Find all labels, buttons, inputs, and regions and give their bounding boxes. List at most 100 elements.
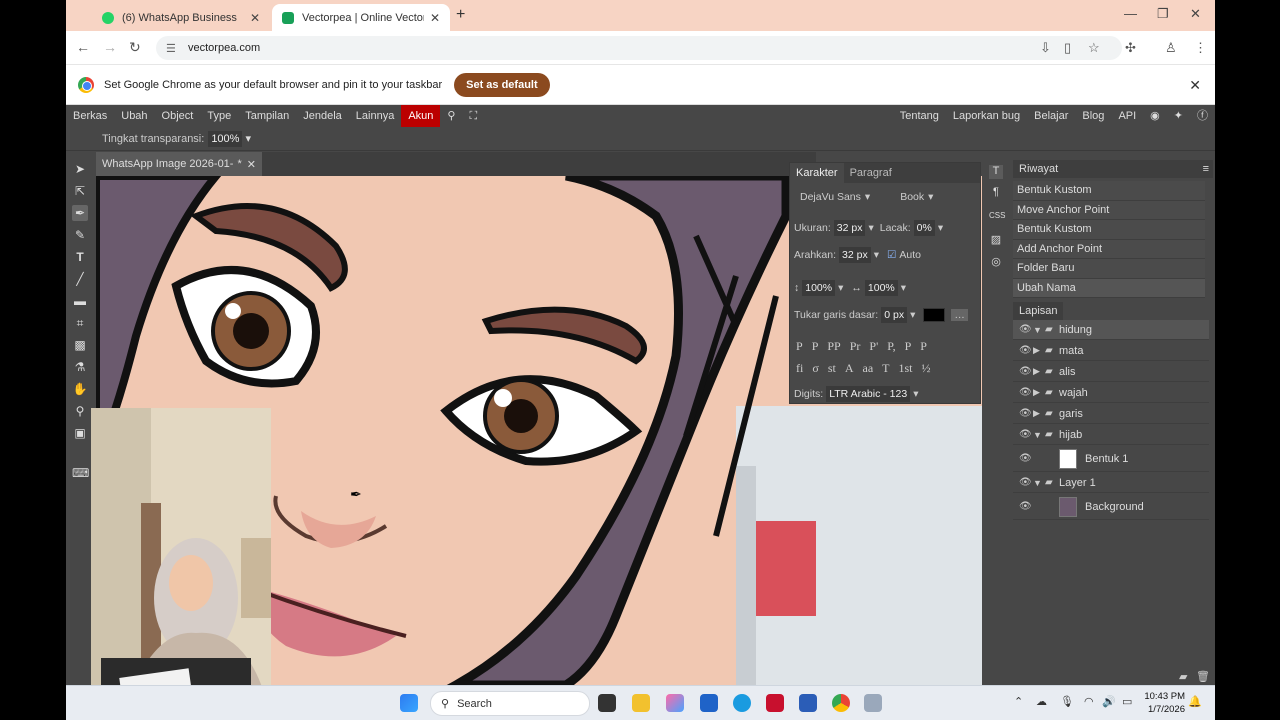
notification-icon[interactable]: 🔔 — [1188, 695, 1202, 708]
new-tab-icon[interactable]: + — [456, 6, 465, 24]
clock[interactable]: 10:43 PM 1/7/2026 — [1144, 690, 1185, 716]
tab-karakter[interactable]: Karakter — [790, 163, 844, 183]
glyph-option[interactable]: P' — [869, 339, 878, 354]
horizontal-scale-input[interactable]: 100% — [864, 280, 898, 296]
font-family-select[interactable]: DejaVu Sans — [800, 191, 861, 203]
close-document-icon[interactable]: ✕ — [247, 158, 256, 171]
baseline-input[interactable]: 0 px — [881, 307, 908, 323]
reddit-icon[interactable]: ◉ — [1143, 105, 1167, 127]
page-icon[interactable]: ▯ — [1064, 40, 1071, 56]
microphone-icon[interactable]: 🎙 — [1060, 695, 1074, 708]
volume-icon[interactable]: 🔊 — [1102, 695, 1116, 708]
menu-api[interactable]: API — [1111, 105, 1143, 127]
glyph-option[interactable]: Pr — [850, 339, 861, 354]
menu-akun[interactable]: Akun — [401, 105, 441, 127]
pen-tool-icon[interactable]: ✒ — [72, 205, 88, 221]
opacity-value[interactable]: 100% — [208, 130, 243, 147]
set-as-default-button[interactable]: Set as default — [454, 72, 550, 97]
history-item[interactable]: Move Anchor Point — [1013, 200, 1205, 220]
battery-icon[interactable]: ▭ — [1122, 695, 1132, 708]
keyboard-icon[interactable]: ⌨ — [72, 465, 89, 481]
size-input[interactable]: 32 px — [833, 220, 866, 236]
tray-chevron-icon[interactable]: ⌃ — [1014, 695, 1023, 708]
eye-icon[interactable]: 👁 — [1019, 345, 1033, 356]
direct-select-tool-icon[interactable]: ⇱ — [72, 183, 88, 199]
eye-icon[interactable]: 👁 — [1019, 408, 1033, 419]
collapse-arrow-icon[interactable]: ▼ — [1033, 325, 1045, 335]
glyph-option[interactable]: P, — [887, 339, 895, 354]
panel-menu-icon[interactable]: ≡ — [1203, 163, 1209, 175]
bookmark-star-icon[interactable]: ☆ — [1088, 40, 1100, 56]
layer-row[interactable]: 👁 ▶ ▰ alis — [1013, 362, 1209, 382]
twitter-icon[interactable]: ✦ — [1167, 105, 1190, 127]
more-options-button[interactable]: … — [951, 309, 968, 321]
leading-input[interactable]: 32 px — [839, 247, 871, 263]
chrome-menu-icon[interactable]: ⋮ — [1194, 40, 1207, 56]
menu-laporkan-bug[interactable]: Laporkan bug — [946, 105, 1027, 127]
glyph-option[interactable]: A — [845, 361, 854, 376]
eye-icon[interactable]: 👁 — [1019, 387, 1033, 398]
document-tab[interactable]: WhatsApp Image 2026-01- * ✕ — [96, 152, 262, 176]
glyph-option[interactable]: st — [828, 361, 836, 376]
file-explorer-icon[interactable] — [632, 694, 650, 712]
extensions-icon[interactable]: ✣ — [1125, 40, 1136, 56]
menu-blog[interactable]: Blog — [1075, 105, 1111, 127]
layer-row[interactable]: 👁 ▼ ▰ hijab — [1013, 425, 1209, 445]
minimize-icon[interactable]: — — [1124, 6, 1137, 21]
glyph-option[interactable]: P — [812, 339, 819, 354]
edge-icon[interactable] — [733, 694, 751, 712]
windows-start-icon[interactable] — [400, 694, 418, 712]
pencil-tool-icon[interactable]: ✎ — [72, 227, 88, 243]
layer-row[interactable]: 👁 ▼ ▰ Layer 1 — [1013, 473, 1209, 493]
layer-row[interactable]: 👁 ▼ ▰ hidung — [1013, 320, 1209, 340]
css-panel-icon[interactable]: CSS — [989, 211, 1005, 225]
menu-tentang[interactable]: Tentang — [893, 105, 946, 127]
eye-icon[interactable]: 👁 — [1019, 501, 1033, 512]
style-dropdown-icon[interactable]: ▾ — [928, 191, 933, 203]
menu-lainnya[interactable]: Lainnya — [349, 105, 402, 127]
maximize-icon[interactable]: ❐ — [1157, 6, 1169, 22]
new-folder-icon[interactable]: ▰ — [1179, 670, 1187, 683]
hand-tool-icon[interactable]: ✋ — [72, 381, 88, 397]
install-icon[interactable]: ⇩ — [1040, 40, 1051, 56]
digits-select[interactable]: LTR Arabic - 123 — [826, 386, 911, 402]
layer-row[interactable]: 👁 Background — [1013, 494, 1209, 520]
forward-icon[interactable]: → — [103, 39, 117, 55]
store-icon[interactable] — [700, 694, 718, 712]
fullscreen-icon[interactable]: ⛶ — [462, 105, 484, 127]
close-window-icon[interactable]: ✕ — [1190, 6, 1201, 22]
eyedropper-tool-icon[interactable]: ⚗ — [72, 359, 88, 375]
close-tab-icon[interactable]: ✕ — [250, 11, 260, 25]
history-item[interactable]: Ubah Nama — [1013, 278, 1205, 298]
menu-ubah[interactable]: Ubah — [114, 105, 154, 127]
font-dropdown-icon[interactable]: ▾ — [865, 191, 870, 203]
menu-jendela[interactable]: Jendela — [296, 105, 349, 127]
tab-vectorpea[interactable]: Vectorpea | Online Vector Edito ✕ — [272, 4, 450, 31]
eye-icon[interactable]: 👁 — [1019, 453, 1033, 464]
history-item[interactable]: Bentuk Kustom — [1013, 181, 1205, 201]
select-tool-icon[interactable]: ➤ — [72, 161, 88, 177]
expand-arrow-icon[interactable]: ▶ — [1033, 387, 1045, 398]
history-item[interactable]: Folder Baru — [1013, 259, 1205, 279]
gradient-tool-icon[interactable]: ▩ — [72, 337, 88, 353]
glyph-option[interactable]: PP — [827, 339, 840, 354]
glyph-option[interactable]: P — [796, 339, 803, 354]
glyph-option[interactable]: ½ — [922, 361, 931, 376]
auto-checkbox[interactable]: ☑ — [887, 249, 896, 261]
brush-panel-icon[interactable]: ◎ — [989, 255, 1003, 269]
facebook-icon[interactable]: ⓕ — [1190, 105, 1215, 127]
eye-icon[interactable]: 👁 — [1019, 477, 1033, 488]
glyph-option[interactable]: P — [920, 339, 927, 354]
glyph-option[interactable]: fi — [796, 361, 803, 376]
line-tool-icon[interactable]: ╱ — [72, 271, 88, 287]
eye-icon[interactable]: 👁 — [1019, 429, 1033, 440]
type-tool-icon[interactable]: T — [72, 249, 88, 265]
back-icon[interactable]: ← — [76, 39, 90, 55]
menu-belajar[interactable]: Belajar — [1027, 105, 1075, 127]
close-tab-icon[interactable]: ✕ — [430, 11, 440, 25]
reload-icon[interactable]: ↻ — [129, 39, 141, 56]
glyph-option[interactable]: aa — [863, 361, 874, 376]
address-bar[interactable]: ☰ vectorpea.com — [156, 36, 1122, 60]
expand-arrow-icon[interactable]: ▶ — [1033, 366, 1045, 377]
color-swatch-icon[interactable]: ▣ — [72, 425, 88, 441]
